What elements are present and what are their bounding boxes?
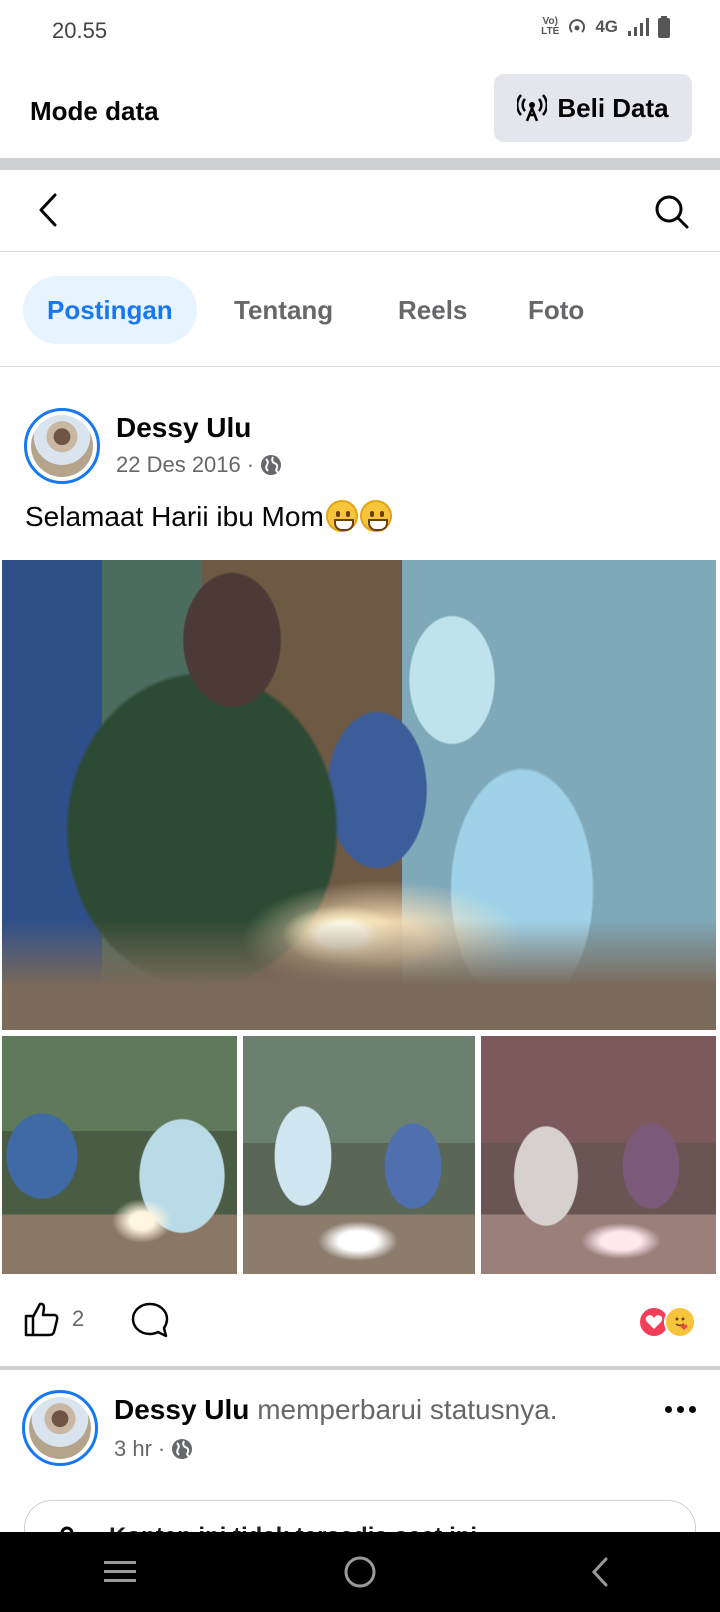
- like-count: 2: [72, 1306, 85, 1331]
- post-author[interactable]: Dessy Ulu: [116, 412, 251, 444]
- section-divider: [0, 158, 720, 170]
- globe-icon: [261, 455, 282, 475]
- recent-apps-button[interactable]: [90, 1542, 150, 1602]
- more-options-button[interactable]: [660, 1394, 700, 1424]
- tab-tentang[interactable]: Tentang: [210, 276, 357, 344]
- post-header: Dessy Ulu 22 Des 2016 ·: [0, 400, 720, 490]
- thumbs-up-icon: [24, 1302, 59, 1337]
- chevron-left-icon: [591, 1557, 608, 1587]
- system-nav-bar: [0, 1532, 720, 1612]
- post-photo-thumb[interactable]: [2, 1036, 237, 1274]
- comment-icon: [131, 1302, 169, 1338]
- post-divider: [0, 1366, 720, 1370]
- post-photo-thumb[interactable]: [243, 1036, 475, 1274]
- search-button[interactable]: [650, 190, 694, 234]
- post-message: Selamaat Harii ibu Mom: [25, 501, 324, 532]
- system-back-button[interactable]: [570, 1542, 630, 1602]
- buy-data-button[interactable]: Beli Data: [494, 74, 692, 142]
- meta-separator: ·: [246, 452, 255, 477]
- tab-foto[interactable]: Foto: [504, 276, 608, 344]
- chevron-left-icon: [39, 193, 57, 227]
- post-2: Dessy Ulu memperbarui statusnya. 3 hr ·: [0, 1390, 720, 1510]
- profile-tabs: Postingan Tentang Reels Foto: [0, 252, 720, 367]
- home-circle-icon: [344, 1556, 376, 1588]
- network-type: 4G: [595, 17, 618, 36]
- top-nav: [0, 170, 720, 252]
- post-meta: 22 Des 2016 ·: [116, 452, 282, 478]
- care-reaction-icon: [664, 1306, 696, 1338]
- home-button[interactable]: [330, 1542, 390, 1602]
- broadcast-icon: [517, 94, 548, 122]
- smile-emoji-icon: [359, 500, 392, 532]
- post2-author[interactable]: Dessy Ulu: [114, 1394, 249, 1425]
- grin-emoji-icon: [325, 500, 358, 532]
- post-photo-main[interactable]: [2, 560, 716, 1030]
- post2-headline: Dessy Ulu memperbarui statusnya.: [114, 1394, 558, 1426]
- meta-separator: ·: [157, 1436, 166, 1461]
- avatar[interactable]: [24, 408, 100, 484]
- tab-reels[interactable]: Reels: [374, 276, 491, 344]
- buy-data-label: Beli Data: [557, 92, 669, 123]
- post2-action: memperbarui statusnya.: [257, 1394, 558, 1425]
- hotspot-icon: [569, 19, 586, 33]
- status-time: 20.55: [52, 18, 108, 43]
- search-icon: [655, 195, 689, 229]
- globe-icon: [172, 1439, 193, 1459]
- data-mode-label: Mode data: [30, 96, 159, 126]
- tab-postingan[interactable]: Postingan: [23, 276, 197, 344]
- post2-meta: 3 hr ·: [114, 1436, 193, 1462]
- reaction-summary[interactable]: [638, 1306, 696, 1338]
- status-icons: Vo) LTE 4G: [541, 16, 670, 38]
- post-actions: 2: [0, 1278, 720, 1366]
- back-button[interactable]: [28, 190, 68, 230]
- signal-icon: [628, 18, 649, 36]
- data-mode-bar: Mode data Beli Data: [0, 62, 720, 158]
- more-dots-icon: [664, 1405, 672, 1413]
- post-date[interactable]: 22 Des 2016: [116, 452, 241, 478]
- post2-time[interactable]: 3 hr: [114, 1436, 152, 1462]
- avatar[interactable]: [22, 1390, 98, 1466]
- volte-icon: Vo) LTE: [541, 16, 560, 37]
- status-bar: 20.55 Vo) LTE 4G: [0, 0, 720, 62]
- post-text: Selamaat Harii ibu Mom: [25, 500, 392, 533]
- menu-lines-icon: [104, 1561, 136, 1582]
- post-photo-thumb[interactable]: [481, 1036, 716, 1274]
- comment-button[interactable]: [130, 1300, 170, 1345]
- like-button[interactable]: 2: [22, 1300, 84, 1338]
- battery-icon: [658, 16, 670, 38]
